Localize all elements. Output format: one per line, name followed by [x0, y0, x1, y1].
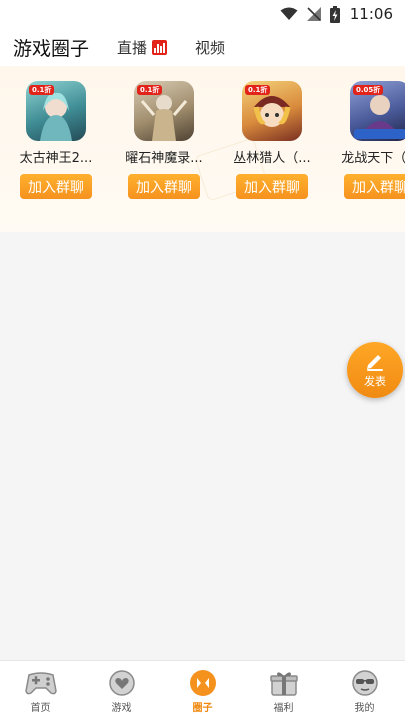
nav-item-welfare[interactable]: 福利 [243, 661, 324, 720]
top-tab-bar: 游戏圈子 直播 视频 [0, 28, 405, 70]
nav-label: 我的 [354, 703, 375, 714]
discount-tag: 0.1折 [245, 85, 271, 95]
game-name: 丛林猎人（... [233, 151, 311, 166]
gamepad-icon [24, 672, 57, 695]
battery-charging-icon [329, 5, 340, 23]
tab-label: 游戏圈子 [13, 37, 90, 60]
group-card[interactable]: 0.05折 龙战天下（... 加入群聊 [326, 81, 405, 199]
group-card[interactable]: 0.1折 曜石神魔录... 加入群聊 [110, 81, 218, 199]
nav-item-home[interactable]: 首页 [0, 661, 81, 720]
tab-game-circles[interactable]: 游戏圈子 [13, 34, 90, 70]
join-group-button[interactable]: 加入群聊 [344, 174, 405, 199]
status-bar: 11:06 [0, 0, 405, 28]
group-chat-carousel[interactable]: 0.1折 太古神王2... 加入群聊 0.1折 曜石神魔录... 加入群聊 0.… [0, 66, 405, 232]
game-name: 太古神王2... [19, 151, 93, 166]
nav-item-circles[interactable]: 圈子 [162, 661, 243, 720]
no-signal-icon [306, 7, 321, 21]
game-icon-conglin[interactable]: 0.1折 [242, 81, 302, 141]
group-row: 0.1折 太古神王2... 加入群聊 0.1折 曜石神魔录... 加入群聊 0.… [0, 81, 405, 199]
nav-label: 首页 [30, 703, 51, 714]
game-icon-taigu[interactable]: 0.1折 [26, 81, 86, 141]
clock: 11:06 [349, 5, 393, 23]
game-name: 龙战天下（... [341, 151, 405, 166]
tab-live[interactable]: 直播 [117, 37, 168, 58]
heart-bubble-icon [108, 670, 135, 696]
join-group-button[interactable]: 加入群聊 [236, 174, 308, 199]
discount-tag: 0.05折 [353, 85, 384, 95]
circle-chat-icon [189, 670, 216, 696]
group-card[interactable]: 0.1折 丛林猎人（... 加入群聊 [218, 81, 326, 199]
game-icon-longzhan[interactable]: 0.05折 [350, 81, 405, 141]
nav-label: 福利 [273, 703, 294, 714]
wifi-icon [280, 7, 298, 20]
sunglasses-face-icon [351, 670, 378, 696]
pencil-icon [367, 355, 383, 371]
discount-tag: 0.1折 [137, 85, 163, 95]
game-name: 曜石神魔录... [125, 151, 203, 166]
publish-button[interactable]: 发表 [347, 342, 403, 398]
publish-label: 发表 [364, 375, 386, 388]
join-group-button[interactable]: 加入群聊 [128, 174, 200, 199]
join-group-button[interactable]: 加入群聊 [20, 174, 92, 199]
group-card[interactable]: 0.1折 太古神王2... 加入群聊 [2, 81, 110, 199]
nav-item-profile[interactable]: 我的 [324, 661, 405, 720]
discount-tag: 0.1折 [29, 85, 55, 95]
live-bars-icon [152, 39, 168, 55]
nav-label: 游戏 [111, 703, 132, 714]
nav-item-games[interactable]: 游戏 [81, 661, 162, 720]
game-icon-yaoshi[interactable]: 0.1折 [134, 81, 194, 141]
tab-label: 直播 [117, 38, 148, 57]
tab-video[interactable]: 视频 [195, 37, 225, 58]
bottom-nav-bar: 首页 游戏 圈子 福利 我的 [0, 660, 405, 720]
tab-label: 视频 [195, 38, 226, 57]
nav-label: 圈子 [192, 703, 213, 714]
gift-icon [269, 672, 298, 696]
